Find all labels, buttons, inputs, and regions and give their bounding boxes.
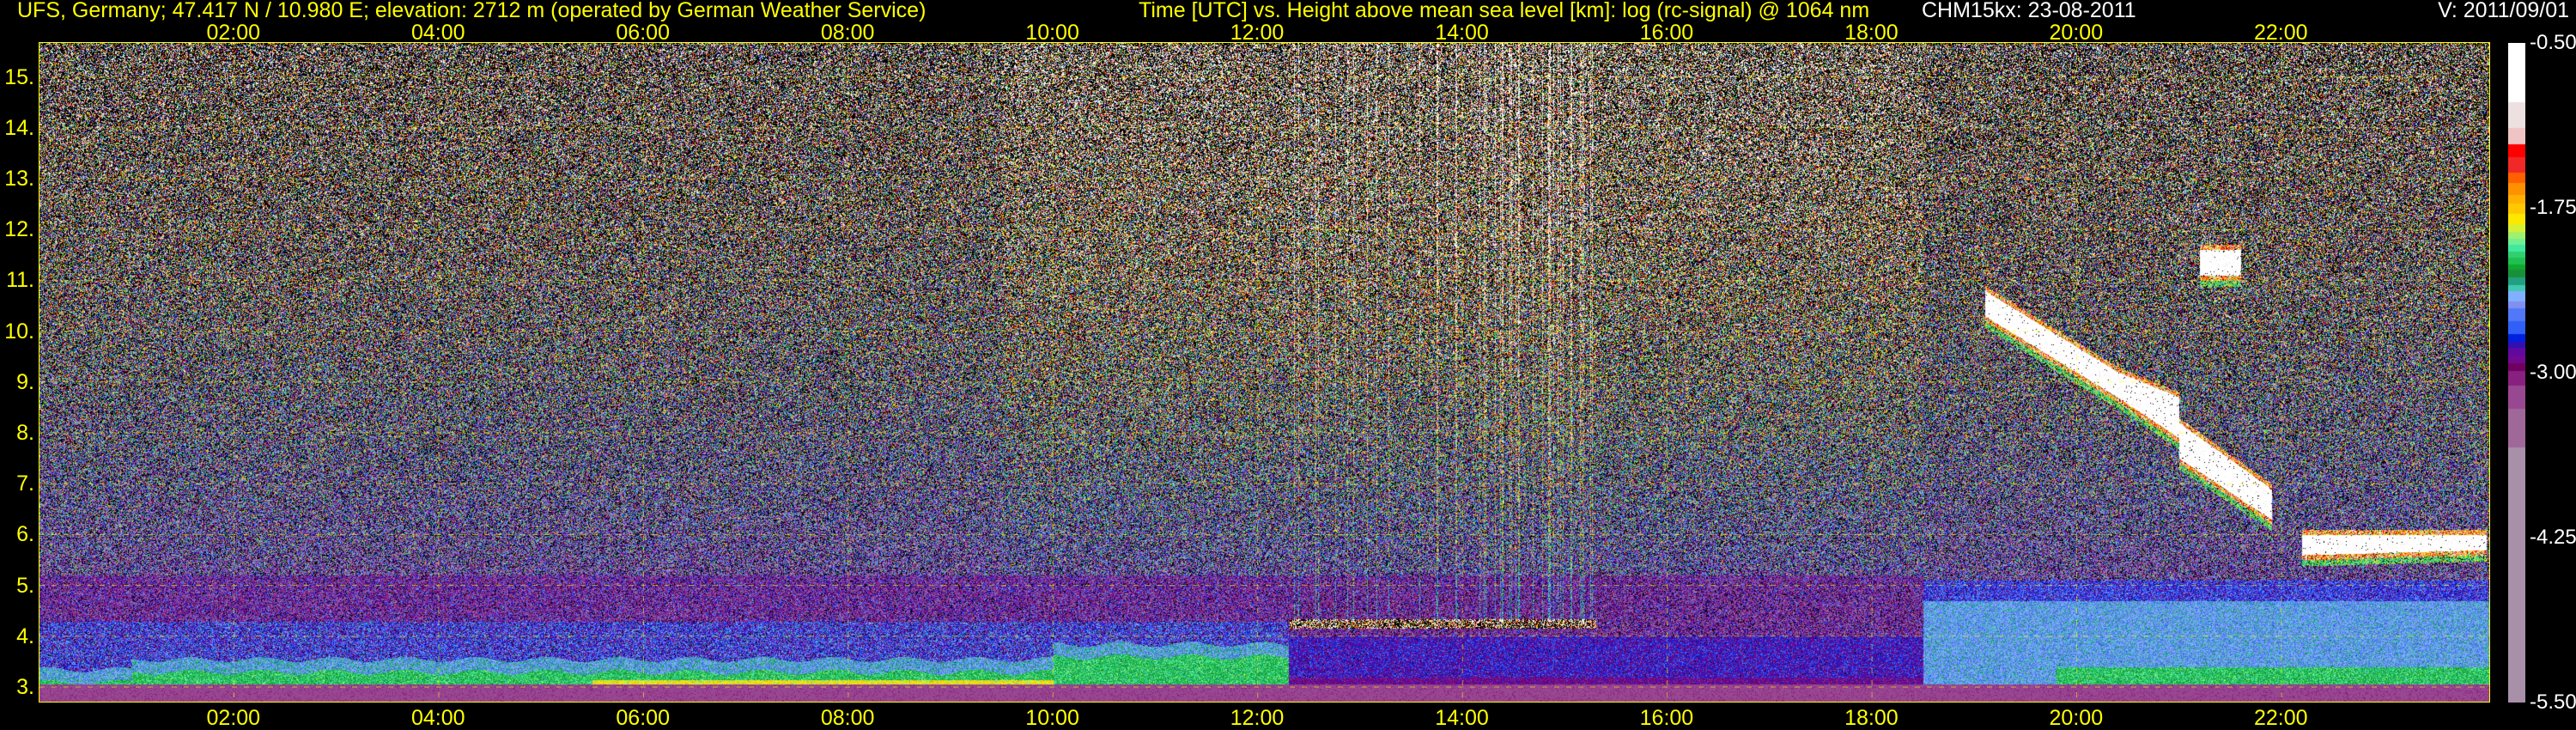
plot-area [39,42,2490,703]
colorbar-tick-label: -0.50 [2530,31,2576,54]
x-tick-label-bottom: 22:00 [2253,706,2308,730]
x-tick-label-top: 18:00 [1844,21,1899,45]
y-tick-label: 12. [4,217,34,242]
y-tick-label: 7. [16,471,34,496]
colorbar-tick-label: -4.25 [2530,526,2576,549]
station-info: UFS, Germany; 47.417 N / 10.980 E; eleva… [17,0,927,22]
y-tick-label: 10. [4,319,34,344]
x-tick-label-bottom: 10:00 [1025,706,1079,730]
x-tick-label-bottom: 14:00 [1435,706,1489,730]
version-label: V: 2011/09/01 [2438,0,2569,22]
y-tick-label: 5. [16,573,34,598]
colorbar-tick-label: -3.00 [2530,361,2576,384]
x-tick-label-bottom: 12:00 [1230,706,1285,730]
y-tick-label: 13. [4,167,34,192]
x-tick-label-top: 16:00 [1639,21,1694,45]
x-tick-label-bottom: 06:00 [616,706,670,730]
x-tick-label-top: 06:00 [616,21,670,45]
y-tick-label: 9. [16,369,34,394]
y-tick-label: 11. [6,268,34,293]
x-tick-label-bottom: 16:00 [1639,706,1694,730]
y-tick-label: 8. [16,420,34,445]
x-tick-label-top: 22:00 [2253,21,2308,45]
x-tick-label-bottom: 02:00 [206,706,261,730]
y-tick-label: 6. [16,522,34,547]
instrument-date: CHM15kx: 23-08-2011 [1922,0,2136,22]
x-tick-label-bottom: 04:00 [410,706,465,730]
colorbar-tick-label: -1.75 [2530,196,2576,219]
x-tick-label-top: 08:00 [820,21,875,45]
y-tick-label: 3. [16,674,34,699]
x-tick-label-top: 02:00 [206,21,261,45]
y-tick-label: 4. [16,624,34,648]
x-tick-label-bottom: 18:00 [1844,706,1899,730]
colorbar-tick-label: -5.50 [2530,690,2576,714]
plot-title: Time [UTC] vs. Height above mean sea lev… [1139,0,1870,22]
x-tick-label-top: 12:00 [1230,21,1285,45]
grid-lines [39,43,2489,702]
y-tick-label: 15. [4,64,34,89]
colorbar [2508,43,2525,703]
y-tick-label: 14. [4,115,34,140]
x-tick-label-top: 14:00 [1435,21,1489,45]
x-tick-label-bottom: 20:00 [2049,706,2104,730]
x-tick-label-top: 20:00 [2049,21,2104,45]
x-tick-label-top: 10:00 [1025,21,1079,45]
x-tick-label-top: 04:00 [410,21,465,45]
x-tick-label-bottom: 08:00 [820,706,875,730]
